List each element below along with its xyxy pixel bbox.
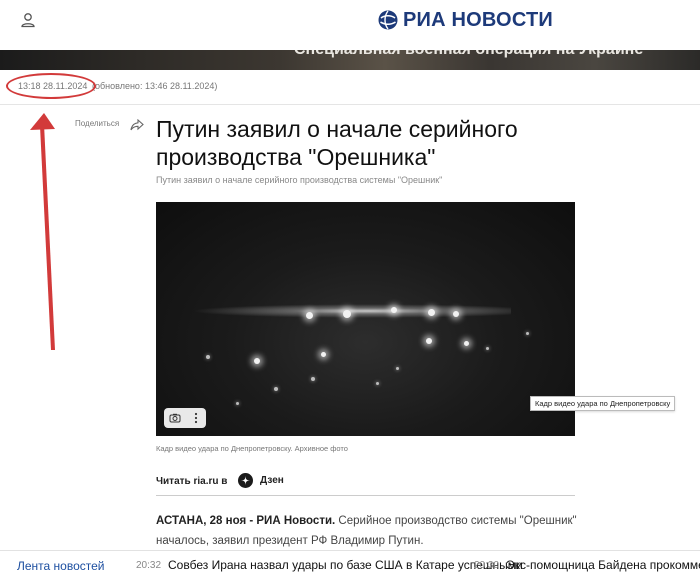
light-1 [306,312,313,319]
article-title: Путин заявил о начале серийного производ… [156,116,518,170]
light-7 [321,352,326,357]
article-lead: АСТАНА, 28 ноя - РИА Новости. Серийное п… [156,511,586,551]
light-17 [526,332,529,335]
light-2 [343,310,351,318]
light-3 [391,307,397,313]
globe-icon [378,10,398,30]
light-14 [396,367,399,370]
site-logo[interactable]: РИА НОВОСТИ [377,8,553,32]
article-date-bar: 13:18 28.11.2024 (обновлено: 13:46 28.11… [0,70,700,105]
image-controls [164,408,206,428]
logo-text: РИА НОВОСТИ [403,8,553,31]
news-item[interactable]: Экс-помощница Байдена прокомментировала … [506,558,700,572]
read-label: Читать ria.ru в [156,476,228,487]
light-9 [464,341,469,346]
dzen-icon [238,473,253,488]
light-8 [426,338,432,344]
image-caption: Кадр видео удара по Днепропетровску. Арх… [156,444,348,453]
news-time: 20:30 [474,560,500,571]
light-12 [311,377,315,381]
special-operation-banner[interactable]: Специальная военная операция на Украине [0,50,700,70]
article-image[interactable] [156,202,575,436]
site-header: РИА НОВОСТИ [0,0,700,50]
news-time: 20:32 [136,560,162,571]
share-label[interactable]: Поделиться [75,119,119,128]
news-item[interactable]: Совбез Ирана назвал удары по базе США в … [168,558,523,572]
light-4 [428,309,435,316]
share-icon[interactable] [130,118,144,131]
read-on-dzen-row: Читать ria.ru в Дзен [156,473,575,496]
light-15 [486,347,489,350]
light-10 [206,355,210,359]
explosion-streak [191,304,511,318]
banner-text: Специальная военная операция на Украине [294,50,643,59]
news-feed-bar: Лента новостей 20:32 Совбез Ирана назвал… [0,550,700,579]
news-feed-link[interactable]: Лента новостей [17,559,105,573]
camera-icon[interactable] [168,411,182,425]
annotation-circle [6,73,96,99]
image-tooltip: Кадр видео удара по Днепропетровску [530,396,676,411]
light-6 [254,358,260,364]
light-13 [376,382,379,385]
updated-date: (обновлено: 13:46 28.11.2024) [92,81,218,91]
light-11 [274,387,278,391]
dzen-label: Дзен [260,475,284,486]
dzen-button[interactable]: Дзен [238,473,284,488]
more-options-icon[interactable] [189,411,203,425]
light-5 [453,311,459,317]
light-16 [236,402,239,405]
user-icon[interactable] [18,10,38,30]
lead-dateline: АСТАНА, 28 ноя - РИА Новости. [156,515,336,527]
article-subtitle: Путин заявил о начале серийного производ… [156,175,443,185]
